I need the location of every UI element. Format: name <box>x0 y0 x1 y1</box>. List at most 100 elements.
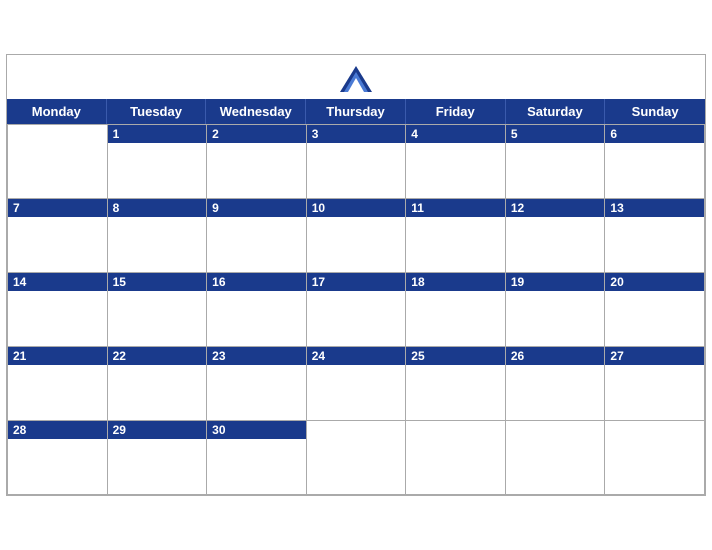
day-cell-inner <box>605 365 704 420</box>
day-cell-inner <box>506 291 605 346</box>
day-number: 18 <box>406 273 505 291</box>
day-cell: 15 <box>108 272 208 346</box>
day-cell: 29 <box>108 420 208 494</box>
day-cell-inner <box>108 439 207 494</box>
day-cell-inner <box>8 291 107 346</box>
day-cell: 18 <box>406 272 506 346</box>
day-number: 9 <box>207 199 306 217</box>
day-cell <box>406 420 506 494</box>
day-cell: 20 <box>605 272 705 346</box>
day-cell: 19 <box>506 272 606 346</box>
day-cell-inner <box>406 217 505 272</box>
day-cell-inner <box>207 143 306 198</box>
day-cell: 7 <box>8 198 108 272</box>
day-cell-inner <box>506 425 605 480</box>
day-cell: 13 <box>605 198 705 272</box>
day-cell-inner <box>307 217 406 272</box>
day-cell-inner <box>406 291 505 346</box>
calendar-grid: 1234567891011121314151617181920212223242… <box>7 124 705 495</box>
day-number: 1 <box>108 125 207 143</box>
day-cell-inner <box>207 439 306 494</box>
day-cell: 2 <box>207 124 307 198</box>
day-cell-inner <box>406 425 505 480</box>
day-cell-inner <box>506 143 605 198</box>
day-header-thursday: Thursday <box>306 99 406 124</box>
day-cell-inner <box>506 217 605 272</box>
day-header-saturday: Saturday <box>506 99 606 124</box>
day-number: 7 <box>8 199 107 217</box>
day-header-monday: Monday <box>7 99 107 124</box>
day-cell: 10 <box>307 198 407 272</box>
day-number: 19 <box>506 273 605 291</box>
day-cell: 9 <box>207 198 307 272</box>
day-cell-inner <box>406 143 505 198</box>
day-cell: 17 <box>307 272 407 346</box>
day-cell-inner <box>307 143 406 198</box>
day-cell-inner <box>108 217 207 272</box>
logo <box>338 65 374 93</box>
day-cell-inner <box>108 143 207 198</box>
day-cell-inner <box>307 291 406 346</box>
day-header-friday: Friday <box>406 99 506 124</box>
day-cell: 5 <box>506 124 606 198</box>
day-cell <box>8 124 108 198</box>
day-cell: 6 <box>605 124 705 198</box>
day-cell: 3 <box>307 124 407 198</box>
day-number: 8 <box>108 199 207 217</box>
day-cell: 27 <box>605 346 705 420</box>
day-cell-inner <box>8 129 107 184</box>
day-cell-inner <box>307 425 406 480</box>
day-cell: 11 <box>406 198 506 272</box>
day-cell-inner <box>108 365 207 420</box>
day-cell: 16 <box>207 272 307 346</box>
day-number: 12 <box>506 199 605 217</box>
day-cell: 4 <box>406 124 506 198</box>
day-cell-inner <box>506 365 605 420</box>
calendar-header <box>7 55 705 99</box>
day-cell: 25 <box>406 346 506 420</box>
day-number: 25 <box>406 347 505 365</box>
day-number: 10 <box>307 199 406 217</box>
day-number: 30 <box>207 421 306 439</box>
day-cell: 30 <box>207 420 307 494</box>
day-number: 17 <box>307 273 406 291</box>
day-number: 2 <box>207 125 306 143</box>
day-cell-inner <box>307 365 406 420</box>
day-cell: 23 <box>207 346 307 420</box>
day-number: 11 <box>406 199 505 217</box>
day-number: 4 <box>406 125 505 143</box>
day-cell-inner <box>605 291 704 346</box>
day-cell-inner <box>8 365 107 420</box>
day-cell-inner <box>207 217 306 272</box>
day-cell-inner <box>108 291 207 346</box>
calendar: Monday Tuesday Wednesday Thursday Friday… <box>6 54 706 496</box>
day-cell: 21 <box>8 346 108 420</box>
day-headers: Monday Tuesday Wednesday Thursday Friday… <box>7 99 705 124</box>
day-cell-inner <box>605 217 704 272</box>
day-cell: 12 <box>506 198 606 272</box>
day-cell-inner <box>8 217 107 272</box>
day-cell: 28 <box>8 420 108 494</box>
day-number: 15 <box>108 273 207 291</box>
day-cell: 24 <box>307 346 407 420</box>
day-cell: 8 <box>108 198 208 272</box>
day-number: 5 <box>506 125 605 143</box>
day-number: 28 <box>8 421 107 439</box>
day-cell: 22 <box>108 346 208 420</box>
day-cell <box>605 420 705 494</box>
day-cell-inner <box>207 291 306 346</box>
day-number: 21 <box>8 347 107 365</box>
day-number: 27 <box>605 347 704 365</box>
day-number: 22 <box>108 347 207 365</box>
day-number: 29 <box>108 421 207 439</box>
day-cell: 26 <box>506 346 606 420</box>
day-cell-inner <box>207 365 306 420</box>
day-number: 26 <box>506 347 605 365</box>
day-cell: 1 <box>108 124 208 198</box>
day-number: 13 <box>605 199 704 217</box>
day-cell-inner <box>605 143 704 198</box>
day-cell-inner <box>406 365 505 420</box>
day-header-tuesday: Tuesday <box>107 99 207 124</box>
day-header-sunday: Sunday <box>605 99 705 124</box>
day-number: 23 <box>207 347 306 365</box>
